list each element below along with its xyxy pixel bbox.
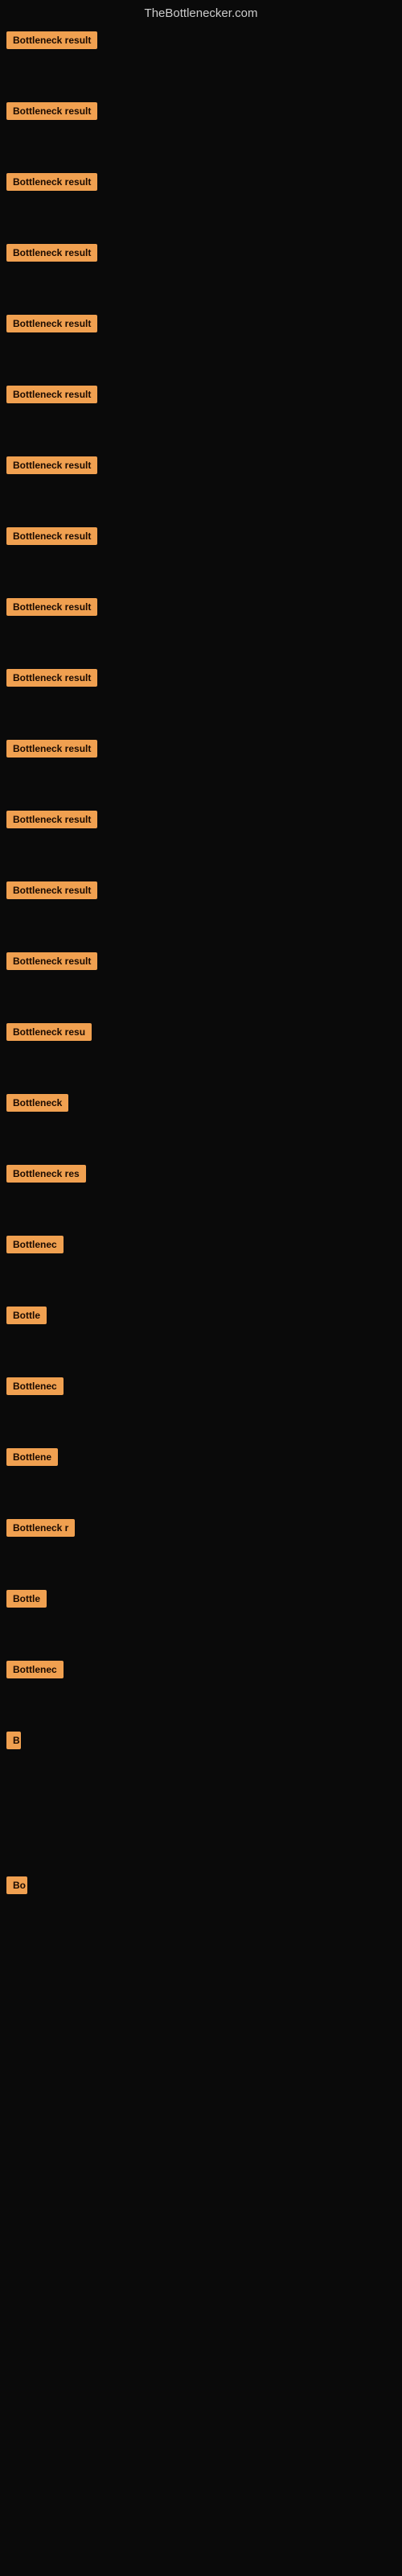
bottleneck-item-17: Bottleneck res bbox=[0, 1157, 402, 1228]
bottleneck-badge-6[interactable]: Bottleneck result bbox=[6, 386, 97, 403]
bottleneck-item-26: Bo bbox=[0, 1868, 402, 2013]
bottleneck-badge-8[interactable]: Bottleneck result bbox=[6, 527, 97, 545]
bottleneck-badge-24[interactable]: Bottlenec bbox=[6, 1661, 64, 1678]
bottleneck-item-7: Bottleneck result bbox=[0, 448, 402, 519]
bottleneck-item-16: Bottleneck bbox=[0, 1086, 402, 1157]
bottleneck-item-14: Bottleneck result bbox=[0, 944, 402, 1015]
bottleneck-item-21: Bottlene bbox=[0, 1440, 402, 1511]
bottleneck-badge-1[interactable]: Bottleneck result bbox=[6, 31, 97, 49]
bottleneck-badge-25[interactable]: B bbox=[6, 1732, 21, 1749]
bottleneck-badge-21[interactable]: Bottlene bbox=[6, 1448, 58, 1466]
site-title: TheBottlenecker.com bbox=[0, 0, 402, 23]
bottleneck-badge-3[interactable]: Bottleneck result bbox=[6, 173, 97, 191]
bottleneck-item-3: Bottleneck result bbox=[0, 165, 402, 236]
bottleneck-badge-13[interactable]: Bottleneck result bbox=[6, 881, 97, 899]
bottleneck-item-11: Bottleneck result bbox=[0, 732, 402, 803]
bottleneck-item-8: Bottleneck result bbox=[0, 519, 402, 590]
bottleneck-badge-2[interactable]: Bottleneck result bbox=[6, 102, 97, 120]
bottleneck-badge-26[interactable]: Bo bbox=[6, 1876, 27, 1894]
bottleneck-badge-14[interactable]: Bottleneck result bbox=[6, 952, 97, 970]
bottleneck-item-5: Bottleneck result bbox=[0, 307, 402, 378]
bottleneck-item-1: Bottleneck result bbox=[0, 23, 402, 94]
bottleneck-item-23: Bottle bbox=[0, 1582, 402, 1653]
bottleneck-item-25: B bbox=[0, 1724, 402, 1868]
bottleneck-item-19: Bottle bbox=[0, 1298, 402, 1369]
bottleneck-badge-20[interactable]: Bottlenec bbox=[6, 1377, 64, 1395]
bottleneck-item-9: Bottleneck result bbox=[0, 590, 402, 661]
bottleneck-badge-16[interactable]: Bottleneck bbox=[6, 1094, 68, 1112]
bottleneck-item-10: Bottleneck result bbox=[0, 661, 402, 732]
bottleneck-badge-18[interactable]: Bottlenec bbox=[6, 1236, 64, 1253]
bottleneck-item-22: Bottleneck r bbox=[0, 1511, 402, 1582]
bottleneck-badge-7[interactable]: Bottleneck result bbox=[6, 456, 97, 474]
bottleneck-badge-17[interactable]: Bottleneck res bbox=[6, 1165, 86, 1183]
bottleneck-badge-22[interactable]: Bottleneck r bbox=[6, 1519, 75, 1537]
bottleneck-badge-11[interactable]: Bottleneck result bbox=[6, 740, 97, 758]
bottleneck-badge-4[interactable]: Bottleneck result bbox=[6, 244, 97, 262]
bottleneck-badge-9[interactable]: Bottleneck result bbox=[6, 598, 97, 616]
bottleneck-item-20: Bottlenec bbox=[0, 1369, 402, 1440]
bottleneck-badge-10[interactable]: Bottleneck result bbox=[6, 669, 97, 687]
bottleneck-item-15: Bottleneck resu bbox=[0, 1015, 402, 1086]
bottleneck-badge-19[interactable]: Bottle bbox=[6, 1307, 47, 1324]
bottleneck-item-13: Bottleneck result bbox=[0, 873, 402, 944]
bottleneck-badge-23[interactable]: Bottle bbox=[6, 1590, 47, 1608]
bottleneck-badge-15[interactable]: Bottleneck resu bbox=[6, 1023, 92, 1041]
bottleneck-item-6: Bottleneck result bbox=[0, 378, 402, 448]
bottleneck-item-12: Bottleneck result bbox=[0, 803, 402, 873]
bottleneck-item-24: Bottlenec bbox=[0, 1653, 402, 1724]
bottleneck-item-4: Bottleneck result bbox=[0, 236, 402, 307]
bottleneck-badge-12[interactable]: Bottleneck result bbox=[6, 811, 97, 828]
bottleneck-item-18: Bottlenec bbox=[0, 1228, 402, 1298]
bottleneck-badge-5[interactable]: Bottleneck result bbox=[6, 315, 97, 332]
bottleneck-item-2: Bottleneck result bbox=[0, 94, 402, 165]
